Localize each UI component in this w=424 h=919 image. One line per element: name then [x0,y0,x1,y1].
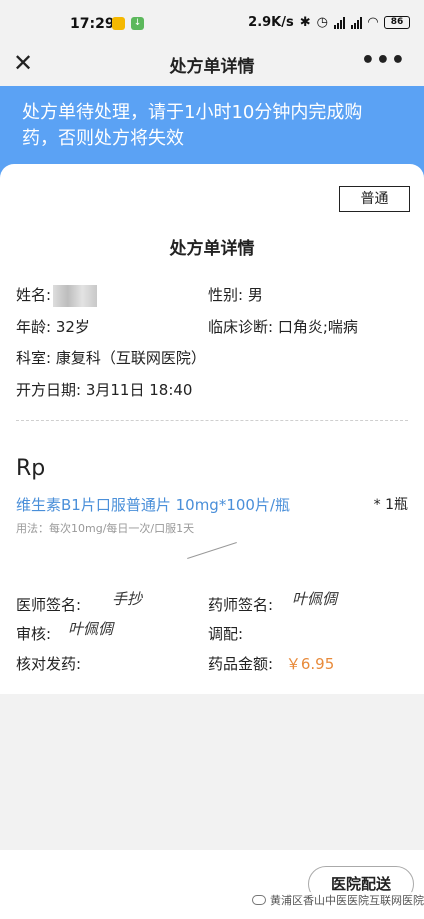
signal-icon-2 [351,16,362,29]
diagnosis-label: 临床诊断: [208,318,274,336]
dispense-label: 调配: [208,625,244,643]
age-field: 年龄: 32岁 [16,316,90,337]
amount-value: ￥6.95 [285,655,335,673]
status-time: 17:29 [70,16,115,32]
doctor-signature: 手抄 [112,590,143,608]
prescription-card: 普通 处方单详情 姓名: 性别: 男 年龄: 32岁 临床诊断: 口角炎;喘病 … [0,164,424,694]
battery-icon: 86 [384,16,410,29]
more-icon[interactable]: ••• [361,50,406,72]
amount-label: 药品金额: [208,655,274,673]
drug-usage: 用法：每次10mg/每日一次/口服1天 [16,522,195,535]
gender-field: 性别: 男 [208,284,263,305]
pen-stroke [187,541,237,560]
check-field: 核对发药: [16,653,81,674]
wechat-icon [252,895,266,905]
doctor-sign-field: 医师签名: [16,594,81,615]
card-title: 处方单详情 [169,239,255,259]
signal-icon [334,16,345,29]
network-speed: 2.9K/s [248,15,294,30]
amount-field: 药品金额: ￥6.95 [208,653,334,674]
review-label: 审核: [16,625,52,643]
name-field: 姓名: [16,284,98,307]
notification-icon [112,17,125,30]
review-signature: 叶佩倜 [68,620,114,638]
prescription-type-badge: 普通 [339,186,410,212]
age-value: 32岁 [55,318,90,336]
pharmacist-signature: 叶佩倜 [292,590,338,608]
dept-value: 康复科（互联网医院） [55,349,206,367]
alarm-icon: ◷ [316,15,328,30]
date-field: 开方日期: 3月11日 18:40 [16,379,192,400]
empty-area [0,694,424,850]
diagnosis-value: 口角炎;喘病 [277,318,358,336]
blurred-name [53,284,98,307]
check-label: 核对发药: [16,655,82,673]
drug-name: 维生素B1片口服普通片 10mg*100片/瓶 [16,496,291,514]
download-icon: ↓ [131,17,144,30]
rp-label: Rp [16,456,46,481]
review-field: 审核: [16,623,51,644]
age-label: 年龄: [16,318,52,336]
gender-value: 男 [247,286,263,304]
watermark: 黄浦区香山中医医院互联网医院 [252,892,424,908]
diagnosis-field: 临床诊断: 口角炎;喘病 [208,316,358,337]
wifi-icon: ◠ [368,15,378,30]
notice-line-2: 药，否则处方将失效 [22,128,184,149]
divider [16,420,408,421]
bluetooth-icon: ✱ [299,15,311,30]
status-right: 2.9K/s ✱ ◷ ◠ 86 [248,15,410,30]
name-label: 姓名: [16,286,52,304]
dept-label: 科室: [16,349,52,367]
dept-field: 科室: 康复科（互联网医院） [16,347,206,368]
notice-line-1: 处方单待处理，请于1小时10分钟内完成购 [22,102,363,123]
pharmacist-sign-field: 药师签名: [208,594,273,615]
nav-bar: ✕ 处方单详情 ••• [0,48,424,86]
pharmacist-sign-label: 药师签名: [208,596,274,614]
dispense-field: 调配: [208,623,243,644]
date-value: 3月11日 18:40 [85,381,193,399]
watermark-text: 黄浦区香山中医医院互联网医院 [270,894,424,907]
status-bar: 17:29 ↓ 2.9K/s ✱ ◷ ◠ 86 [0,0,424,48]
date-label: 开方日期: [16,381,82,399]
gender-label: 性别: [208,286,244,304]
doctor-sign-label: 医师签名: [16,596,82,614]
drug-quantity: * 1瓶 [373,497,408,513]
